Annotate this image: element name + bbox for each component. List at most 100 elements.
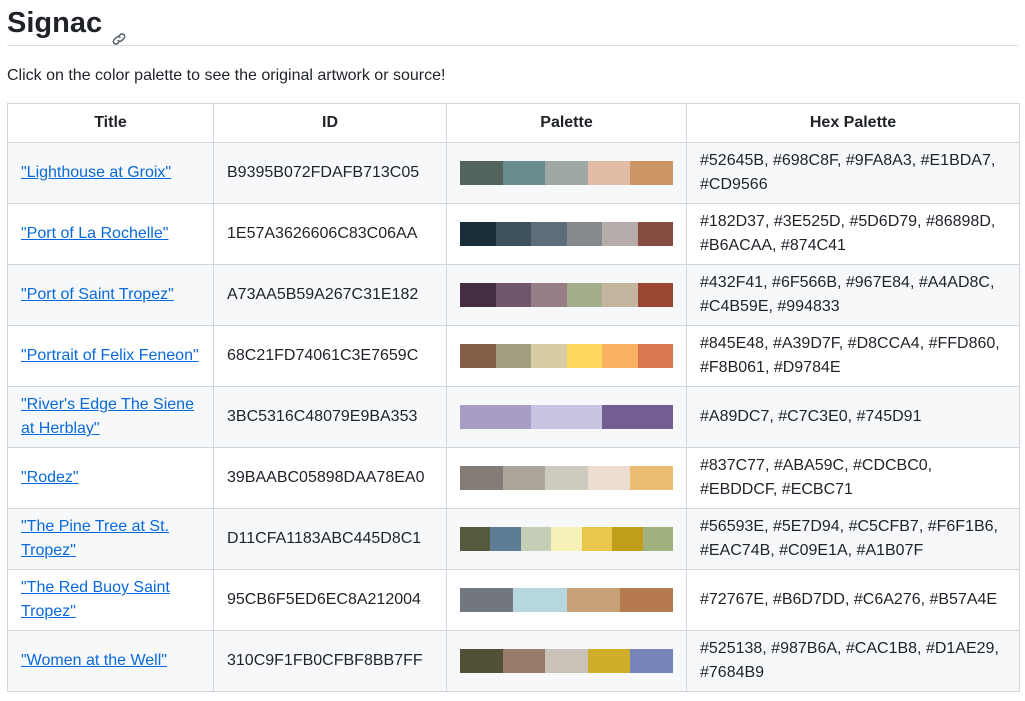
color-swatch-block[interactable] [513,588,567,612]
color-swatch-block[interactable] [612,527,643,551]
table-row: "Port of La Rochelle" 1E57A3626606C83C06A… [7,203,1020,265]
title-cell: "Lighthouse at Groix" [7,142,214,204]
color-swatch-block[interactable] [619,588,673,612]
table-row: "Portrait of Felix Feneon" 68C21FD74061C3… [7,325,1020,387]
color-palette-swatch[interactable] [460,527,673,551]
color-swatch-block[interactable] [642,527,673,551]
artwork-title-link[interactable]: "Lighthouse at Groix" [21,164,171,181]
color-swatch-block[interactable] [551,527,582,551]
table-row: "Lighthouse at Groix" B9395B072FDAFB713C0… [7,142,1020,204]
color-swatch-block[interactable] [502,466,546,490]
color-palette-swatch[interactable] [460,344,673,368]
color-swatch-block[interactable] [637,222,673,246]
hex-palette-cell: #52645B, #698C8F, #9FA8A3, #E1BDA7, #CD9… [686,142,1020,204]
artwork-title-link[interactable]: "Portrait of Felix Feneon" [21,347,199,364]
color-swatch-block[interactable] [587,466,631,490]
palette-cell [446,569,687,631]
color-swatch-block[interactable] [460,222,496,246]
color-swatch-block[interactable] [495,344,531,368]
artwork-title-link[interactable]: "Rodez" [21,469,79,486]
color-swatch-block[interactable] [630,466,673,490]
hex-palette-cell: #837C77, #ABA59C, #CDCBC0, #EBDDCF, #ECB… [686,447,1020,509]
palette-table: Title ID Palette Hex Palette "Lighthouse… [7,103,1020,692]
color-swatch-block[interactable] [545,466,588,490]
table-row: "Port of Saint Tropez" A73AA5B59A267C31E1… [7,264,1020,326]
title-cell: "The Red Buoy Saint Tropez" [7,569,214,631]
color-swatch-block[interactable] [602,222,638,246]
table-row: "Women at the Well" 310C9F1FB0CFBF8BB7FF #… [7,630,1020,692]
column-header-title: Title [7,103,214,143]
table-row: "The Red Buoy Saint Tropez" 95CB6F5ED6EC8… [7,569,1020,631]
color-swatch-block[interactable] [495,222,531,246]
table-body: "Lighthouse at Groix" B9395B072FDAFB713C0… [7,142,1020,692]
title-cell: "Port of Saint Tropez" [7,264,214,326]
color-palette-swatch[interactable] [460,588,673,612]
palette-cell [446,447,687,509]
id-cell: 39BAABC05898DAA78EA0 [213,447,447,509]
color-palette-swatch[interactable] [460,161,673,185]
color-palette-swatch[interactable] [460,222,673,246]
color-swatch-block[interactable] [531,405,602,429]
palette-cell [446,508,687,570]
intro-text: Click on the color palette to see the or… [7,67,446,84]
table-header-row: Title ID Palette Hex Palette [7,103,1020,143]
color-swatch-block[interactable] [630,649,673,673]
color-swatch-block[interactable] [460,649,503,673]
color-swatch-block[interactable] [581,527,613,551]
color-swatch-block[interactable] [566,283,602,307]
color-swatch-block[interactable] [602,405,673,429]
palette-cell [446,264,687,326]
table-row: "The Pine Tree at St. Tropez" D11CFA1183A… [7,508,1020,570]
color-swatch-block[interactable] [566,222,602,246]
title-cell: "River's Edge The Siene at Herblay" [7,386,214,448]
artwork-title-link[interactable]: "The Red Buoy Saint Tropez" [21,579,170,620]
color-swatch-block[interactable] [602,344,638,368]
palette-cell [446,203,687,265]
color-swatch-block[interactable] [545,649,588,673]
artwork-title-link[interactable]: "The Pine Tree at St. Tropez" [21,518,169,559]
artwork-title-link[interactable]: "River's Edge The Siene at Herblay" [21,396,194,437]
id-cell: 3BC5316C48079E9BA353 [213,386,447,448]
color-swatch-block[interactable] [637,344,673,368]
color-swatch-block[interactable] [531,344,567,368]
color-swatch-block[interactable] [602,283,638,307]
color-swatch-block[interactable] [490,527,521,551]
title-cell: "Portrait of Felix Feneon" [7,325,214,387]
title-cell: "Women at the Well" [7,630,214,692]
hex-palette-cell: #56593E, #5E7D94, #C5CFB7, #F6F1B6, #EAC… [686,508,1020,570]
color-swatch-block[interactable] [587,649,631,673]
color-swatch-block[interactable] [460,466,503,490]
color-swatch-block[interactable] [460,527,491,551]
color-swatch-block[interactable] [520,527,552,551]
artwork-title-link[interactable]: "Port of La Rochelle" [21,225,168,242]
color-swatch-block[interactable] [460,161,503,185]
hex-palette-cell: #525138, #987B6A, #CAC1B8, #D1AE29, #768… [686,630,1020,692]
color-palette-swatch[interactable] [460,649,673,673]
color-swatch-block[interactable] [502,161,546,185]
hex-palette-cell: #432F41, #6F566B, #967E84, #A4AD8C, #C4B… [686,264,1020,326]
color-swatch-block[interactable] [531,283,567,307]
color-swatch-block[interactable] [460,283,496,307]
color-swatch-block[interactable] [545,161,588,185]
color-swatch-block[interactable] [531,222,567,246]
link-icon[interactable] [111,19,129,45]
artwork-title-link[interactable]: "Women at the Well" [21,652,167,669]
color-swatch-block[interactable] [566,344,602,368]
color-palette-swatch[interactable] [460,405,673,429]
color-palette-swatch[interactable] [460,283,673,307]
color-swatch-block[interactable] [566,588,620,612]
page-title: Signac [7,7,103,39]
color-swatch-block[interactable] [630,161,673,185]
color-swatch-block[interactable] [587,161,631,185]
color-swatch-block[interactable] [637,283,673,307]
color-swatch-block[interactable] [460,588,514,612]
table-row: "River's Edge The Siene at Herblay" 3BC53… [7,386,1020,448]
artwork-title-link[interactable]: "Port of Saint Tropez" [21,286,174,303]
color-swatch-block[interactable] [495,283,531,307]
color-palette-swatch[interactable] [460,466,673,490]
table-row: "Rodez" 39BAABC05898DAA78EA0 #837C77, #ABA… [7,447,1020,509]
color-swatch-block[interactable] [502,649,546,673]
color-swatch-block[interactable] [460,344,496,368]
page-content: Signac Click on the color palette to see… [0,0,1025,692]
color-swatch-block[interactable] [460,405,531,429]
